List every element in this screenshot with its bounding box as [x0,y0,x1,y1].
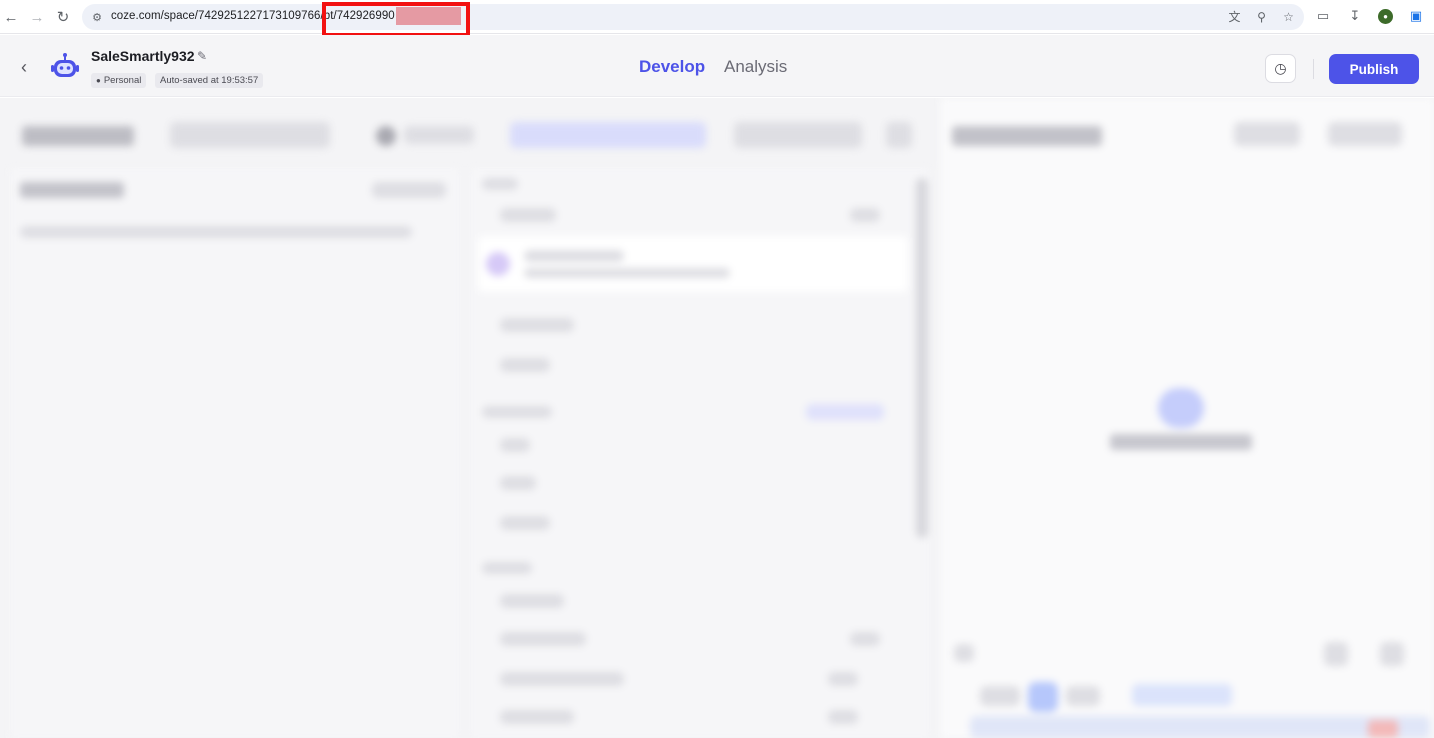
site-info-icon[interactable]: ⚙ [90,10,104,24]
history-icon: ◷ [1274,60,1287,76]
header-divider [1313,59,1314,79]
blurred-toolbar [10,112,930,156]
edit-name-icon[interactable]: ✎ [197,49,211,63]
browser-extension-area: ▭ ↧ ● ▣ [1314,6,1425,26]
tab-develop[interactable]: Develop [639,57,705,77]
download-icon[interactable]: ↧ [1346,6,1364,26]
url-prefix: coze.com/space/7429251227173109766/b [111,10,331,22]
tab-analysis[interactable]: Analysis [724,57,787,77]
publish-button[interactable]: Publish [1329,54,1419,84]
lens-icon[interactable]: ▣ [1407,6,1425,26]
blurred-input-strip [970,676,1430,738]
scope-badge: ● Personal [91,73,147,88]
history-button[interactable]: ◷ [1265,54,1296,83]
zoom-icon[interactable]: ⚲ [1254,9,1269,24]
scope-badge-label: Personal [103,75,142,86]
translate-icon[interactable]: 文 [1227,9,1242,24]
omnibox-actions: 文 ⚲ ☆ [1227,9,1296,25]
blurred-left-pane [10,168,460,738]
blurred-preview-pane [940,98,1434,738]
browser-toolbar: ← → ↻ ⚙ coze.com/space/74292512271731097… [0,0,1434,37]
bot-editor-header: ‹ SaleSmartly932 ✎ ● Personal Auto-saved… [0,35,1434,97]
autosave-status: Auto-saved at 19:53:57 [155,73,264,88]
bookmark-star-icon[interactable]: ☆ [1281,9,1296,24]
address-bar[interactable]: ⚙ coze.com/space/7429251227173109766/bt/… [82,4,1304,30]
bot-avatar-icon [51,53,79,77]
person-icon: ● [96,76,101,85]
back-chevron-icon[interactable]: ‹ [14,57,34,77]
reload-icon[interactable]: ↻ [52,6,74,28]
extensions-puzzle-icon[interactable]: ▭ [1314,6,1332,26]
forward-arrow-icon[interactable]: → [26,6,48,28]
annotation-highlight-box [322,2,470,37]
back-arrow-icon[interactable]: ← [0,6,22,28]
profile-avatar[interactable]: ● [1378,8,1393,24]
blurred-middle-pane [470,168,930,738]
blurred-workspace [0,98,1434,738]
bot-name: SaleSmartly932 [91,48,195,64]
blurred-scrollbar [916,178,928,538]
